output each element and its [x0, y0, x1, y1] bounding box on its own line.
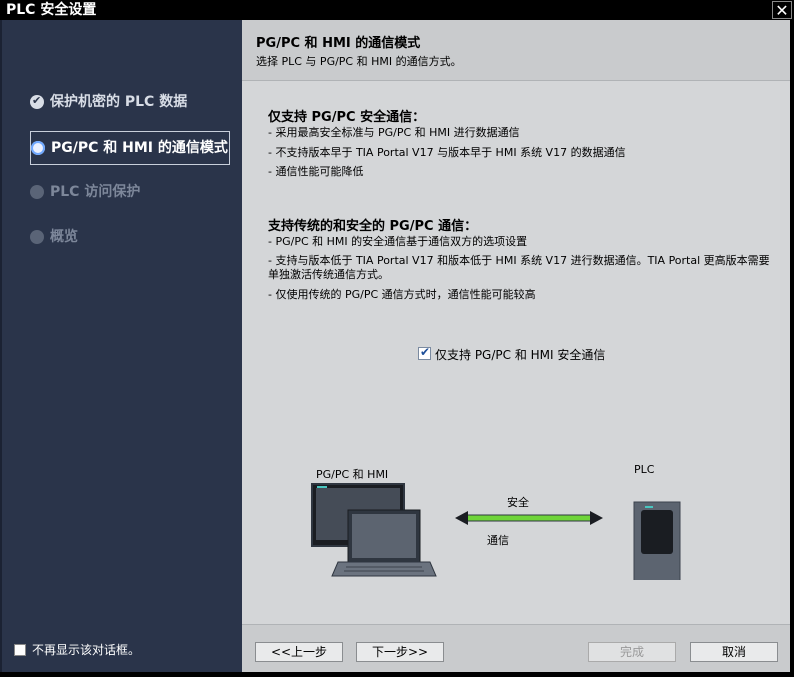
step-label: PG/PC 和 HMI 的通信模式 [51, 140, 228, 156]
window-border-bottom [0, 672, 794, 677]
step-overview[interactable]: 概览 [30, 221, 230, 255]
plc-device-icon [633, 501, 681, 580]
page-title: PG/PC 和 HMI 的通信模式 [256, 36, 421, 51]
laptop-icon [331, 509, 437, 577]
radio-inactive-icon [30, 185, 44, 199]
secure-link-arrow-icon [455, 511, 603, 525]
check-circle-icon [30, 94, 44, 109]
title-bar: PLC 安全设置 ✕ [0, 0, 794, 20]
step-label: 保护机密的 PLC 数据 [50, 94, 188, 110]
back-button[interactable]: <<上一步 [255, 642, 343, 662]
wizard-sidebar: 保护机密的 PLC 数据 PG/PC 和 HMI 的通信模式 PLC 访问保护 … [0, 20, 242, 672]
step-protect-plc-data[interactable]: 保护机密的 PLC 数据 [30, 86, 230, 120]
secure-only-checkbox[interactable] [418, 345, 431, 360]
finish-button[interactable]: 完成 [588, 642, 676, 662]
window-border-right [790, 20, 794, 677]
plc-label: PLC [634, 463, 655, 476]
section-secure-only-title: 仅支持 PG/PC 安全通信： [268, 110, 426, 125]
step-label: PLC 访问保护 [50, 184, 141, 200]
window-title: PLC 安全设置 [6, 2, 97, 18]
step-communication-mode[interactable]: PG/PC 和 HMI 的通信模式 [30, 131, 230, 165]
cancel-button[interactable]: 取消 [690, 642, 778, 662]
section-line: - 通信性能可能降低 [268, 165, 364, 178]
section-line: - 支持与版本低于 TIA Portal V17 和版本低于 HMI 系统 V1… [268, 254, 770, 281]
main-panel: PG/PC 和 HMI 的通信模式 选择 PLC 与 PG/PC 和 HMI 的… [242, 20, 790, 673]
section-legacy-title: 支持传统的和安全的 PG/PC 通信： [268, 219, 478, 234]
section-line: - PG/PC 和 HMI 的安全通信基于通信双方的选项设置 [268, 235, 528, 248]
wizard-footer: <<上一步 下一步>> 完成 取消 [242, 624, 790, 673]
step-access-protection[interactable]: PLC 访问保护 [30, 176, 230, 210]
radio-inactive-icon [30, 230, 44, 244]
section-line: - 采用最高安全标准与 PG/PC 和 HMI 进行数据通信 [268, 126, 520, 139]
no-show-checkbox[interactable] [14, 644, 26, 656]
close-button[interactable]: ✕ [772, 1, 792, 19]
communication-illustration [311, 483, 681, 580]
no-show-label: 不再显示该对话框。 [32, 643, 141, 657]
step-label: 概览 [50, 229, 78, 245]
next-button[interactable]: 下一步>> [356, 642, 444, 662]
secure-only-label: 仅支持 PG/PC 和 HMI 安全通信 [435, 348, 606, 362]
radio-active-icon [31, 141, 45, 155]
section-line: - 不支持版本早于 TIA Portal V17 与版本早于 HMI 系统 V1… [268, 146, 626, 159]
page-header: PG/PC 和 HMI 的通信模式 选择 PLC 与 PG/PC 和 HMI 的… [242, 20, 790, 81]
section-line: - 仅使用传统的 PG/PC 通信方式时，通信性能可能较高 [268, 288, 536, 301]
page-subtitle: 选择 PLC 与 PG/PC 和 HMI 的通信方式。 [256, 55, 462, 68]
